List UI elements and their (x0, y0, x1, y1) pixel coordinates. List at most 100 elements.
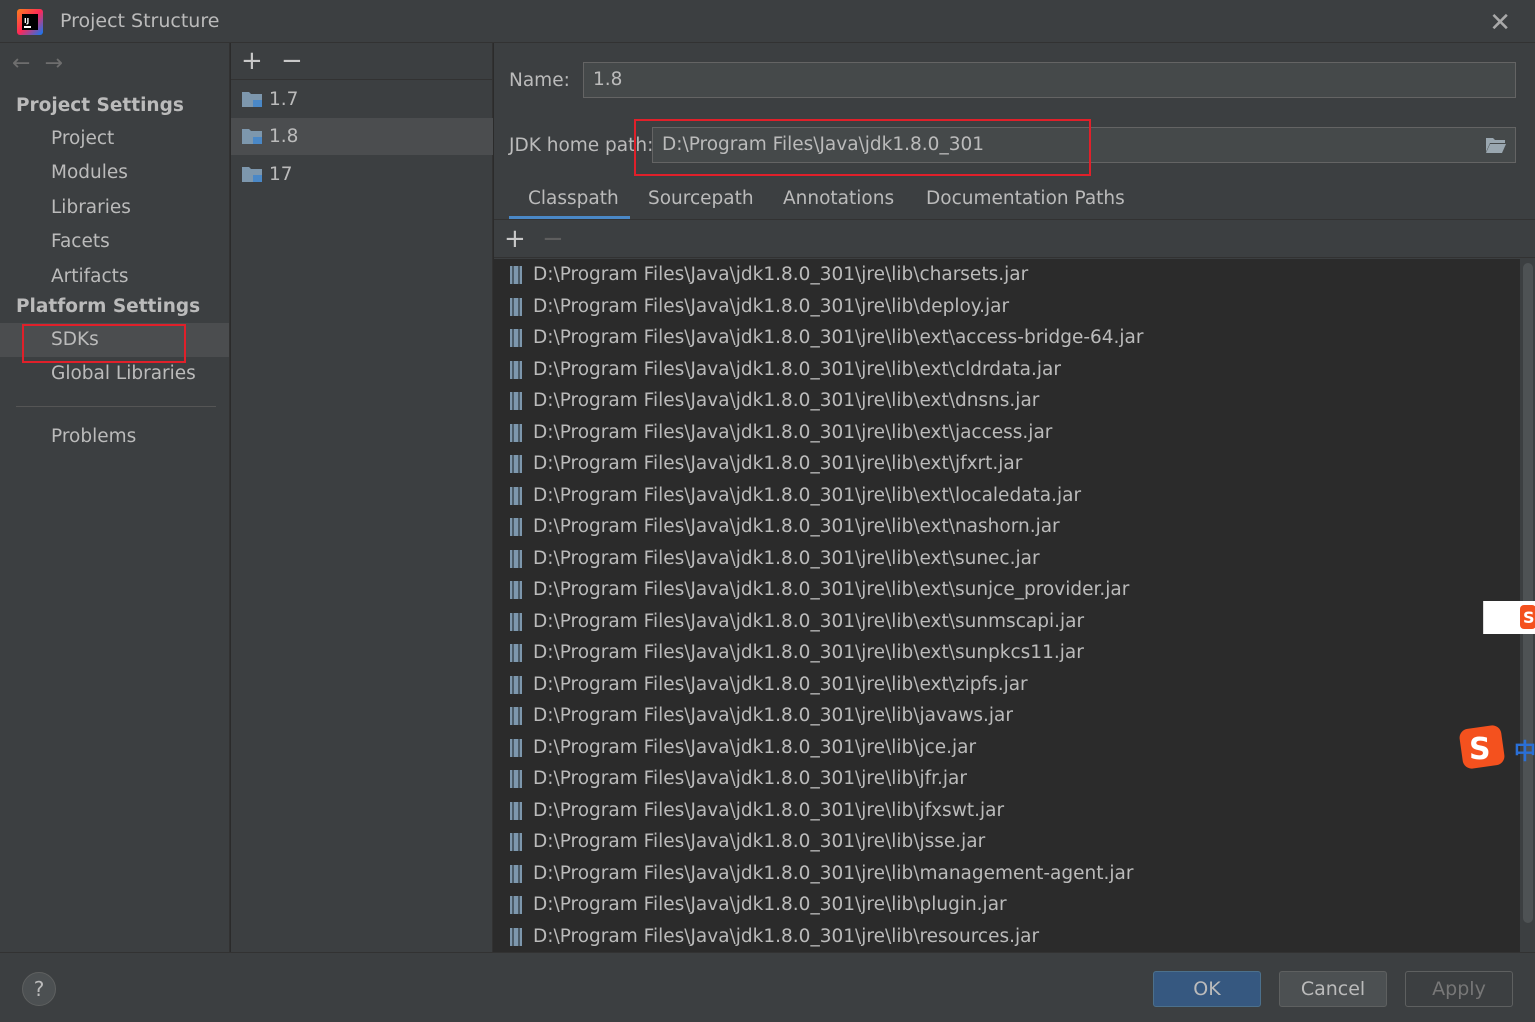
svg-text:S: S (1523, 608, 1535, 627)
classpath-row[interactable]: D:\Program Files\Java\jdk1.8.0_301\jre\l… (494, 921, 1520, 953)
nav-arrows: ← → (12, 51, 77, 76)
sogou-ime-icon: S (1520, 605, 1535, 629)
tab-sourcepath[interactable]: Sourcepath (648, 188, 754, 209)
jar-file-icon (510, 266, 522, 284)
classpath-row[interactable]: D:\Program Files\Java\jdk1.8.0_301\jre\l… (494, 574, 1520, 606)
classpath-path: D:\Program Files\Java\jdk1.8.0_301\jre\l… (533, 925, 1040, 947)
jar-file-icon (510, 297, 522, 316)
classpath-row[interactable]: D:\Program Files\Java\jdk1.8.0_301\jre\l… (494, 669, 1520, 701)
add-classpath-button[interactable]: + (504, 226, 526, 252)
sidebar-item-project[interactable]: Project (0, 122, 229, 156)
details-tabs: Classpath Sourcepath Annotations Documen… (494, 181, 1535, 220)
help-button[interactable]: ? (22, 972, 56, 1006)
classpath-path: D:\Program Files\Java\jdk1.8.0_301\jre\l… (533, 705, 1013, 726)
sdk-toolbar: + − (231, 43, 493, 80)
classpath-path: D:\Program Files\Java\jdk1.8.0_301\jre\l… (533, 673, 1028, 695)
classpath-row[interactable]: D:\Program Files\Java\jdk1.8.0_301\jre\l… (494, 511, 1520, 543)
classpath-row[interactable]: D:\Program Files\Java\jdk1.8.0_301\jre\l… (494, 385, 1520, 417)
jdk-path-highlight-box (634, 119, 1091, 176)
jar-file-icon (510, 864, 522, 883)
remove-classpath-button[interactable]: − (542, 226, 564, 252)
classpath-row[interactable]: D:\Program Files\Java\jdk1.8.0_301\jre\l… (494, 858, 1520, 890)
classpath-path: D:\Program Files\Java\jdk1.8.0_301\jre\l… (533, 453, 1023, 474)
classpath-row[interactable]: D:\Program Files\Java\jdk1.8.0_301\jre\l… (494, 732, 1520, 764)
classpath-toolbar: + − (494, 221, 1535, 258)
classpath-row[interactable]: D:\Program Files\Java\jdk1.8.0_301\jre\l… (494, 354, 1520, 386)
jdk-folder-icon (242, 167, 262, 182)
active-tab-indicator (509, 216, 630, 219)
classpath-list[interactable]: D:\Program Files\Java\jdk1.8.0_301\jre\l… (494, 259, 1520, 952)
ok-button[interactable]: OK (1153, 971, 1261, 1007)
classpath-row[interactable]: D:\Program Files\Java\jdk1.8.0_301\jre\l… (494, 480, 1520, 512)
classpath-row[interactable]: D:\Program Files\Java\jdk1.8.0_301\jre\l… (494, 448, 1520, 480)
classpath-path: D:\Program Files\Java\jdk1.8.0_301\jre\l… (533, 484, 1082, 506)
sidebar-item-artifacts[interactable]: Artifacts (0, 260, 229, 294)
ime-mode-label: 中 (1514, 740, 1535, 765)
remove-sdk-button[interactable]: − (281, 48, 303, 74)
jar-file-icon (510, 360, 522, 379)
sdk-item-1-8[interactable]: 1.8 (231, 118, 493, 155)
jdk-folder-icon (242, 129, 262, 144)
jar-file-icon (510, 392, 522, 410)
classpath-path: D:\Program Files\Java\jdk1.8.0_301\jre\l… (533, 327, 1144, 348)
classpath-row[interactable]: D:\Program Files\Java\jdk1.8.0_301\jre\l… (494, 889, 1520, 921)
tab-classpath[interactable]: Classpath (528, 188, 619, 209)
classpath-row[interactable]: D:\Program Files\Java\jdk1.8.0_301\jre\l… (494, 606, 1520, 638)
dialog-footer: ? OK Cancel Apply (0, 952, 1535, 1022)
ime-status[interactable]: S 中 (1458, 724, 1535, 770)
jar-file-icon (510, 329, 522, 347)
classpath-path: D:\Program Files\Java\jdk1.8.0_301\jre\l… (533, 421, 1053, 443)
jar-file-icon (510, 644, 522, 662)
add-sdk-button[interactable]: + (241, 48, 263, 74)
classpath-row[interactable]: D:\Program Files\Java\jdk1.8.0_301\jre\l… (494, 322, 1520, 354)
sidebar-item-modules[interactable]: Modules (0, 156, 229, 190)
classpath-row[interactable]: D:\Program Files\Java\jdk1.8.0_301\jre\l… (494, 543, 1520, 575)
classpath-row[interactable]: D:\Program Files\Java\jdk1.8.0_301\jre\l… (494, 700, 1520, 732)
name-label: Name: (509, 70, 570, 91)
scrollbar-thumb[interactable] (1523, 263, 1533, 923)
svg-text:IJ: IJ (24, 17, 29, 25)
window-title: Project Structure (60, 10, 220, 32)
sidebar-item-facets[interactable]: Facets (0, 225, 229, 259)
cancel-button[interactable]: Cancel (1279, 971, 1387, 1007)
sdk-item-label: 17 (269, 164, 293, 185)
sidebar-item-problems[interactable]: Problems (0, 420, 229, 454)
intellij-app-icon: IJ (17, 9, 43, 35)
classpath-path: D:\Program Files\Java\jdk1.8.0_301\jre\l… (533, 768, 967, 789)
forward-arrow-icon[interactable]: → (44, 51, 62, 76)
classpath-path: D:\Program Files\Java\jdk1.8.0_301\jre\l… (533, 799, 1005, 821)
jdk-folder-icon (242, 92, 262, 107)
classpath-row[interactable]: D:\Program Files\Java\jdk1.8.0_301\jre\l… (494, 795, 1520, 827)
classpath-row[interactable]: D:\Program Files\Java\jdk1.8.0_301\jre\l… (494, 291, 1520, 323)
apply-button[interactable]: Apply (1405, 971, 1513, 1007)
title-bar: IJ Project Structure ✕ (0, 0, 1535, 43)
jar-file-icon (510, 801, 522, 820)
classpath-row[interactable]: D:\Program Files\Java\jdk1.8.0_301\jre\l… (494, 417, 1520, 449)
jar-file-icon (510, 675, 522, 694)
platform-settings-header: Platform Settings (16, 296, 201, 317)
name-field[interactable]: 1.8 (583, 62, 1516, 98)
classpath-row[interactable]: D:\Program Files\Java\jdk1.8.0_301\jre\l… (494, 763, 1520, 795)
jar-file-icon (510, 612, 522, 631)
sidebar-item-libraries[interactable]: Libraries (0, 191, 229, 225)
classpath-path: D:\Program Files\Java\jdk1.8.0_301\jre\l… (533, 862, 1134, 884)
tab-documentation-paths[interactable]: Documentation Paths (926, 188, 1125, 209)
project-settings-header: Project Settings (16, 95, 184, 116)
svg-text:S: S (1469, 732, 1491, 767)
close-icon[interactable]: ✕ (1489, 8, 1511, 38)
classpath-path: D:\Program Files\Java\jdk1.8.0_301\jre\l… (533, 295, 1010, 317)
classpath-path: D:\Program Files\Java\jdk1.8.0_301\jre\l… (533, 831, 986, 852)
browse-folder-icon[interactable] (1485, 136, 1507, 154)
sdk-item-1-7[interactable]: 1.7 (231, 81, 493, 118)
back-arrow-icon[interactable]: ← (12, 51, 30, 76)
classpath-row[interactable]: D:\Program Files\Java\jdk1.8.0_301\jre\l… (494, 259, 1520, 291)
classpath-row[interactable]: D:\Program Files\Java\jdk1.8.0_301\jre\l… (494, 826, 1520, 858)
classpath-path: D:\Program Files\Java\jdk1.8.0_301\jre\l… (533, 642, 1084, 663)
jar-file-icon (510, 455, 522, 473)
tab-annotations[interactable]: Annotations (783, 188, 894, 209)
jar-file-icon (510, 707, 522, 725)
ime-toolbar[interactable]: S (1483, 601, 1535, 634)
sidebar-separator (16, 406, 216, 407)
sdk-item-17[interactable]: 17 (231, 156, 493, 193)
classpath-row[interactable]: D:\Program Files\Java\jdk1.8.0_301\jre\l… (494, 637, 1520, 669)
